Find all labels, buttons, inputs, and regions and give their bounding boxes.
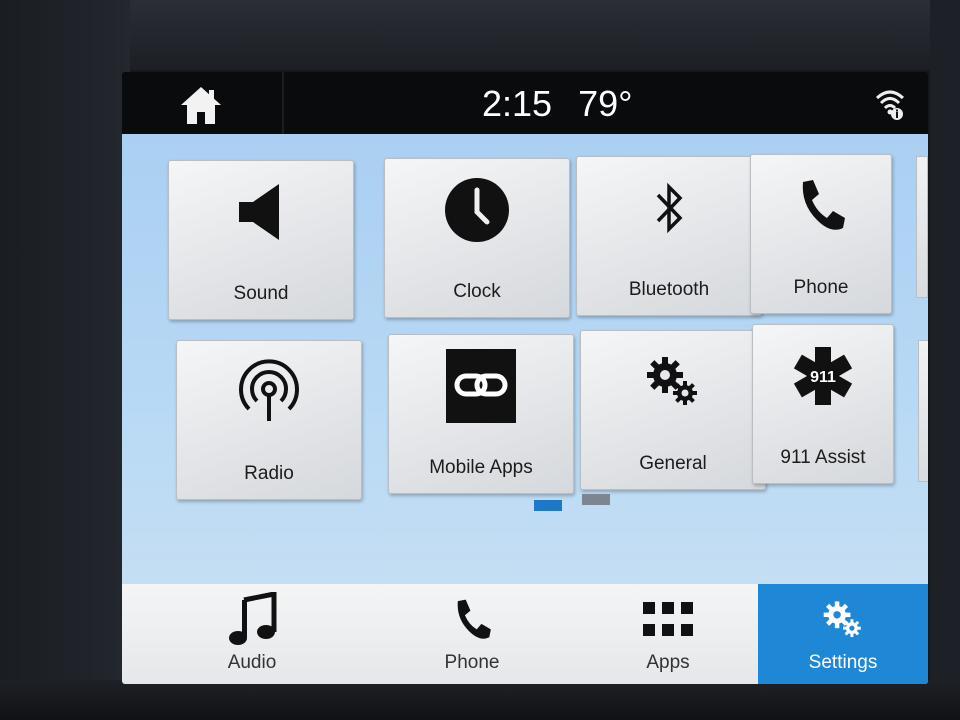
dashboard-bezel-right: [930, 0, 960, 720]
tile-label: 911 Assist: [780, 447, 866, 468]
nav-audio[interactable]: Audio: [152, 584, 352, 684]
nav-label: Settings: [808, 652, 878, 673]
nav-label: Phone: [444, 652, 500, 673]
tile-label: Phone: [793, 277, 849, 298]
gears-icon: [647, 357, 697, 405]
speaker-icon: [239, 184, 279, 240]
nav-settings[interactable]: Settings: [758, 584, 928, 684]
status-readout: 2:15 79°: [482, 83, 633, 124]
tile-radio[interactable]: Radio: [176, 340, 362, 500]
clock-icon: [445, 178, 509, 242]
gears-icon: [823, 601, 861, 638]
tile-phone[interactable]: Phone: [750, 154, 892, 314]
home-button[interactable]: [177, 84, 225, 126]
tile-label: Bluetooth: [628, 279, 710, 300]
tile-general[interactable]: General: [580, 330, 766, 490]
page-indicator-active[interactable]: [534, 500, 562, 511]
phone-icon: [802, 180, 845, 230]
dashboard-bezel-left: [0, 0, 130, 720]
settings-grid: Sound Clock Bluetooth Phone Radio Mobile…: [122, 134, 928, 584]
dashboard-bezel-bottom: [0, 680, 960, 720]
radio-broadcast-icon: [239, 359, 299, 421]
music-note-icon: [229, 592, 277, 645]
link-icon: [446, 349, 516, 423]
nav-label: Apps: [646, 652, 690, 673]
tile-label: Mobile Apps: [429, 457, 533, 478]
page-indicator-inactive[interactable]: [582, 494, 610, 505]
clock-time: 2:15: [482, 83, 553, 124]
bluetooth-icon: [656, 182, 683, 234]
tile-next-page-edge: [916, 156, 928, 298]
911-badge: 911: [810, 369, 836, 386]
outside-temperature: 79°: [578, 83, 633, 124]
phone-icon: [457, 599, 491, 639]
nav-phone[interactable]: Phone: [372, 584, 572, 684]
status-bar: 2:15 79°: [122, 72, 928, 134]
tile-mobile-apps[interactable]: Mobile Apps: [388, 334, 574, 494]
tile-label: Radio: [244, 463, 294, 484]
status-divider: [282, 72, 284, 134]
tile-label: Clock: [453, 281, 501, 302]
nav-label: Audio: [227, 652, 277, 673]
home-icon: [181, 87, 221, 124]
911-star-of-life-icon: 911: [793, 347, 853, 405]
tile-clock[interactable]: Clock: [384, 158, 570, 318]
dashboard-bezel-top: [0, 0, 960, 70]
grid-icon: [643, 602, 693, 636]
wifi-info-icon[interactable]: [874, 86, 906, 122]
tile-label: General: [639, 453, 707, 474]
tile-sound[interactable]: Sound: [168, 160, 354, 320]
infotainment-screen: 2:15 79° Sound Clock Bluetooth Phone Rad…: [122, 72, 928, 684]
nav-apps[interactable]: Apps: [568, 584, 768, 684]
tile-label: Sound: [233, 283, 289, 304]
tile-bluetooth[interactable]: Bluetooth: [576, 156, 762, 316]
bottom-nav: Audio Phone Apps Settings: [122, 584, 928, 684]
tile-911-assist[interactable]: 911 911 Assist: [752, 324, 894, 484]
tile-next-page-edge: [918, 340, 928, 482]
